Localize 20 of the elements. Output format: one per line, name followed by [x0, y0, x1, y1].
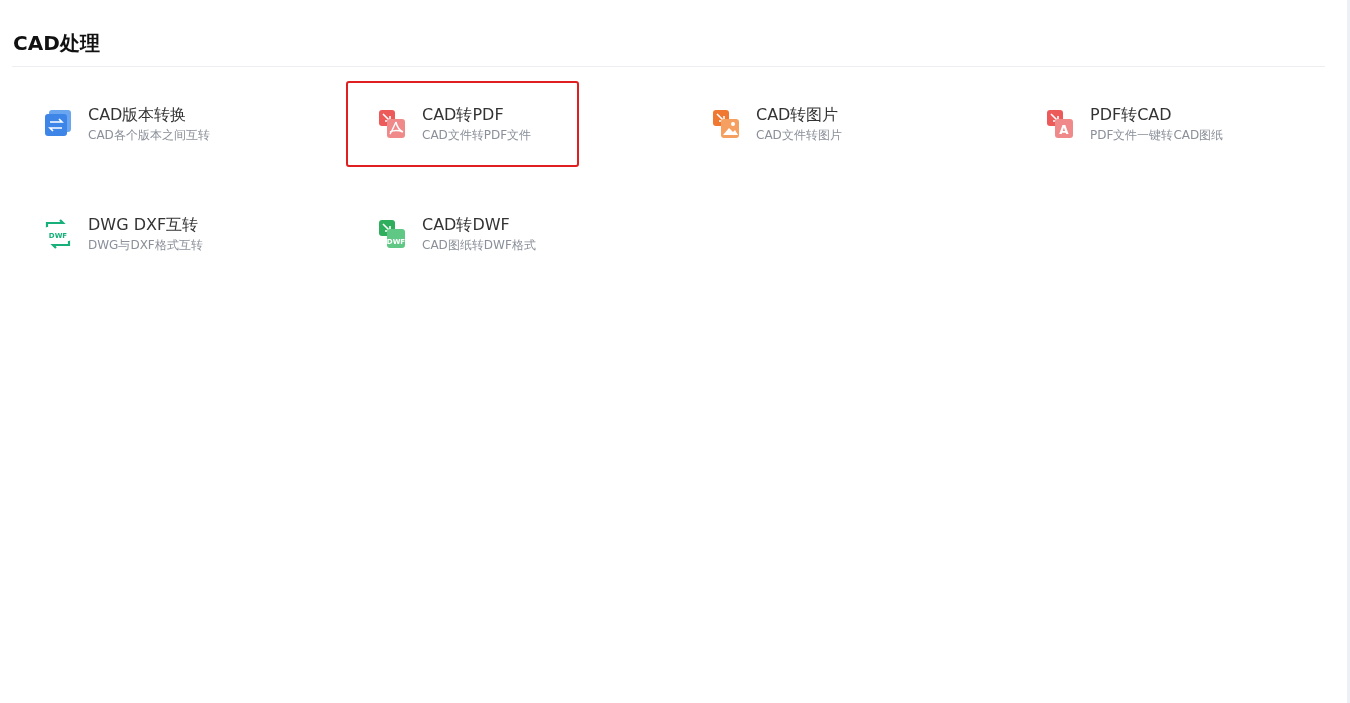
tool-description: PDF文件一键转CAD图纸: [1090, 127, 1224, 144]
tool-name: CAD转图片: [756, 104, 840, 126]
tool-name: CAD版本转换: [88, 104, 188, 126]
tool-description: DWG与DXF格式互转: [88, 237, 203, 254]
tool-card[interactable]: CAD转图片 CAD文件转图片: [680, 81, 913, 167]
tool-card[interactable]: CAD转PDF CAD文件转PDF文件: [346, 81, 579, 167]
tool-name: DWG DXF互转: [88, 214, 200, 236]
tool-card[interactable]: A PDF转CAD PDF文件一键转CAD图纸: [1014, 81, 1247, 167]
swap-icon: [44, 109, 72, 139]
tool-description: CAD图纸转DWF格式: [422, 237, 536, 254]
tool-name: CAD转DWF: [422, 214, 511, 236]
pdf-icon: [378, 109, 406, 139]
section-title: CAD处理: [13, 30, 101, 57]
tool-name: PDF转CAD: [1090, 104, 1173, 126]
tool-description: CAD各个版本之间互转: [88, 127, 210, 144]
tool-description: CAD文件转图片: [756, 127, 842, 144]
image-icon: [712, 109, 740, 139]
tool-description: CAD文件转PDF文件: [422, 127, 532, 144]
tool-card[interactable]: CAD版本转换 CAD各个版本之间互转: [12, 81, 245, 167]
tool-name: CAD转PDF: [422, 104, 505, 126]
